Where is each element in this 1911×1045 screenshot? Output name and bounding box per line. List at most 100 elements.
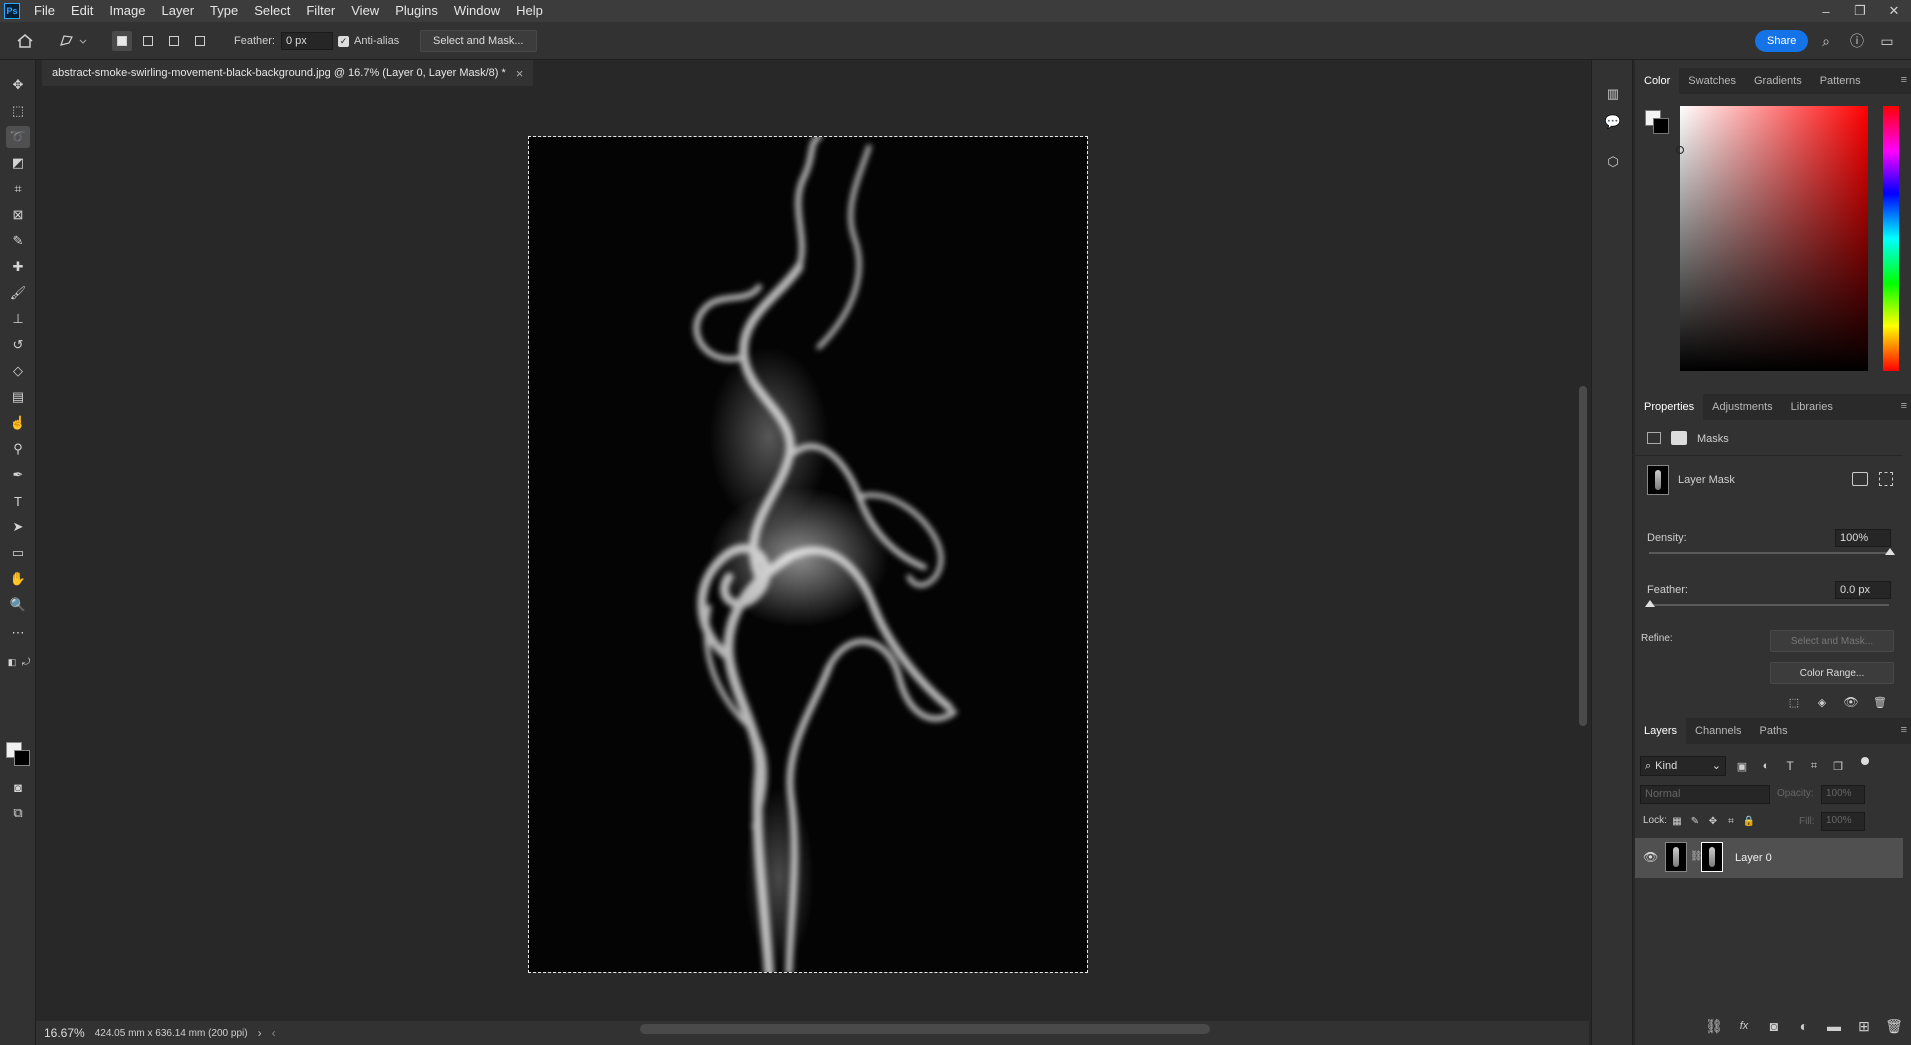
density-input[interactable]: 100% [1835, 529, 1891, 547]
close-tab-icon[interactable]: × [516, 66, 524, 81]
properties-panel-menu-icon[interactable]: ≡ [1901, 400, 1907, 412]
density-slider[interactable] [1649, 552, 1889, 554]
brush-tool-icon[interactable]: 🖌 [6, 282, 30, 304]
hand-tool-icon[interactable]: ✋ [6, 568, 30, 590]
more-tools-icon[interactable]: ⋯ [6, 622, 30, 644]
blend-mode-dropdown[interactable]: Normal [1640, 785, 1770, 804]
tab-paths[interactable]: Paths [1751, 718, 1797, 744]
lock-all-icon[interactable]: 🔒 [1740, 812, 1758, 830]
rectangle-tool-icon[interactable]: ▭ [6, 542, 30, 564]
link-layers-icon[interactable]: ⛓ [1705, 1017, 1723, 1035]
filter-toggle-icon[interactable] [1861, 757, 1869, 765]
layer-filter-dropdown[interactable]: ⌕ Kind ⌄ [1640, 756, 1726, 776]
minimize-button[interactable]: – [1809, 0, 1843, 22]
color-field[interactable] [1676, 106, 1868, 371]
share-button[interactable]: Share [1755, 30, 1809, 52]
subtract-selection-button[interactable] [164, 31, 184, 51]
density-slider-knob[interactable] [1885, 548, 1895, 555]
smudge-tool-icon[interactable]: ☝ [6, 412, 30, 434]
menu-help[interactable]: Help [508, 0, 551, 22]
path-selection-tool-icon[interactable]: ➤ [6, 516, 30, 538]
filter-shape-icon[interactable]: ⌗ [1805, 757, 1823, 775]
tab-layers[interactable]: Layers [1635, 718, 1687, 744]
3d-panel-icon[interactable]: ⬡ [1603, 152, 1623, 172]
tab-adjustments[interactable]: Adjustments [1703, 394, 1782, 420]
history-panel-icon[interactable]: ▥ [1603, 84, 1623, 104]
menu-view[interactable]: View [343, 0, 387, 22]
tab-color[interactable]: Color [1635, 68, 1680, 94]
new-selection-button[interactable] [112, 31, 132, 51]
default-colors-icon[interactable]: ◧ [6, 656, 18, 668]
layer-style-icon[interactable]: fx [1735, 1017, 1753, 1035]
pixel-layer-icon[interactable] [1647, 432, 1661, 444]
crop-tool-icon[interactable]: ⌗ [6, 178, 30, 200]
history-brush-tool-icon[interactable]: ↺ [6, 334, 30, 356]
mask-feather-input[interactable]: 0.0 px [1835, 581, 1891, 599]
layers-panel-menu-icon[interactable]: ≡ [1901, 724, 1907, 736]
type-tool-icon[interactable]: T [6, 490, 30, 512]
delete-layer-icon[interactable]: 🗑 [1885, 1017, 1903, 1035]
quick-mask-icon[interactable]: ◙ [6, 776, 30, 798]
intersect-selection-button[interactable] [190, 31, 210, 51]
workspace-icon[interactable]: ▭ [1878, 32, 1896, 50]
object-selection-tool-icon[interactable]: ◩ [6, 152, 30, 174]
screen-mode-icon[interactable]: ⧉ [6, 802, 30, 824]
home-button[interactable] [16, 22, 34, 60]
tab-properties[interactable]: Properties [1635, 394, 1704, 420]
filter-type-icon[interactable]: T [1781, 757, 1799, 775]
filter-adjustment-icon[interactable]: ◐ [1757, 757, 1775, 775]
layer-mask-thumb[interactable] [1701, 842, 1723, 872]
feather-input[interactable]: 0 px [280, 32, 333, 50]
new-group-icon[interactable]: ▬ [1825, 1017, 1843, 1035]
hue-slider[interactable] [1883, 106, 1899, 371]
zoom-level[interactable]: 16.67% [44, 1026, 85, 1040]
canvas-area[interactable] [42, 86, 1577, 1021]
color-background-swatch[interactable] [1653, 118, 1669, 134]
tab-libraries[interactable]: Libraries [1782, 394, 1842, 420]
zoom-tool-icon[interactable]: 🔍 [6, 594, 30, 616]
healing-brush-tool-icon[interactable]: ✚ [6, 256, 30, 278]
color-panel-menu-icon[interactable]: ≡ [1901, 74, 1907, 86]
tab-channels[interactable]: Channels [1686, 718, 1750, 744]
layer-name[interactable]: Layer 0 [1735, 852, 1772, 864]
vertical-scroll-thumb[interactable] [1579, 386, 1587, 726]
select-mask-icon[interactable] [1852, 472, 1868, 486]
document-canvas[interactable] [528, 136, 1088, 973]
apply-mask-icon[interactable]: ◈ [1813, 693, 1831, 711]
horizontal-scroll-thumb[interactable] [640, 1024, 1210, 1034]
menu-file[interactable]: File [26, 0, 63, 22]
lock-artboard-icon[interactable]: ⌗ [1722, 812, 1740, 830]
layer-mask-thumbnail[interactable] [1647, 465, 1669, 495]
dodge-tool-icon[interactable]: ⚲ [6, 438, 30, 460]
pen-tool-icon[interactable]: ✒ [6, 464, 30, 486]
document-tab[interactable]: abstract-smoke-swirling-movement-black-b… [42, 60, 534, 86]
lock-pixels-icon[interactable]: ✎ [1686, 812, 1704, 830]
tab-gradients[interactable]: Gradients [1745, 68, 1811, 94]
toggle-mask-eye-icon[interactable]: 👁 [1842, 693, 1860, 711]
frame-tool-icon[interactable]: ⊠ [6, 204, 30, 226]
layer-thumbnail[interactable] [1665, 842, 1687, 872]
add-selection-button[interactable] [138, 31, 158, 51]
menu-edit[interactable]: Edit [63, 0, 101, 22]
search-icon[interactable]: ⌕ [1817, 32, 1835, 50]
antialias-checkbox[interactable]: ✓ [338, 35, 349, 47]
move-tool-icon[interactable]: ✥ [6, 74, 30, 96]
help-icon[interactable]: ⓘ [1848, 32, 1866, 50]
color-picker-cursor[interactable] [1676, 146, 1684, 154]
tab-patterns[interactable]: Patterns [1811, 68, 1870, 94]
menu-filter[interactable]: Filter [298, 0, 343, 22]
marquee-tool-icon[interactable]: ⬚ [6, 100, 30, 122]
add-mask-icon[interactable]: ◙ [1765, 1017, 1783, 1035]
menu-type[interactable]: Type [202, 0, 246, 22]
menu-layer[interactable]: Layer [154, 0, 203, 22]
comments-panel-icon[interactable]: 💬 [1603, 112, 1623, 132]
fill-input[interactable]: 100% [1821, 812, 1865, 831]
background-color-swatch[interactable] [14, 750, 30, 766]
eraser-tool-icon[interactable]: ◇ [6, 360, 30, 382]
layer-row[interactable]: 👁 ⛓ Layer 0 [1635, 838, 1903, 878]
menu-select[interactable]: Select [246, 0, 298, 22]
restore-button[interactable]: ❐ [1843, 0, 1877, 22]
swap-colors-icon[interactable]: ⤾ [20, 656, 32, 668]
vertical-scrollbar[interactable] [1577, 86, 1589, 1021]
clone-stamp-tool-icon[interactable]: ⊥ [6, 308, 30, 330]
